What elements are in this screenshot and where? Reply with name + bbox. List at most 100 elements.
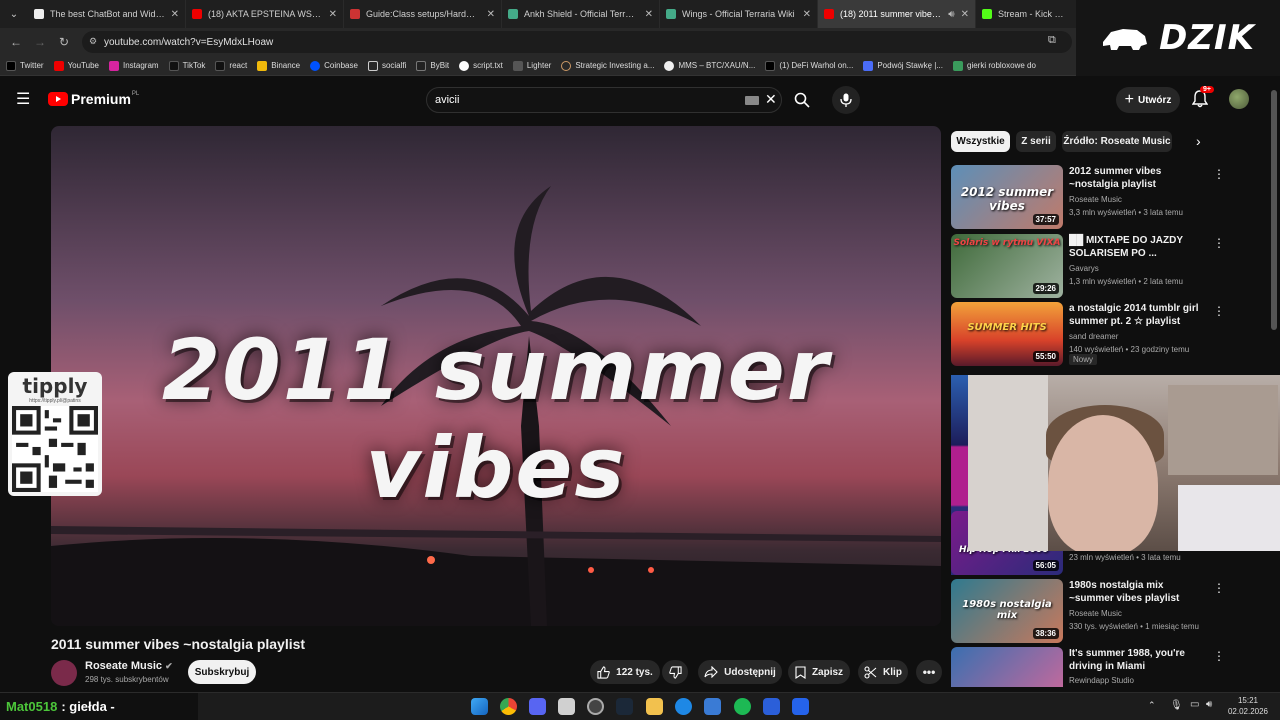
more-vert-icon[interactable]: ⋮ <box>1213 581 1225 595</box>
tab-close-icon[interactable]: ✕ <box>961 9 969 20</box>
video-thumbnail[interactable]: 1980s nostalgia mix 38:36 <box>951 579 1063 643</box>
rec-title[interactable]: a nostalgic 2014 tumblr girl summer pt. … <box>1069 302 1209 328</box>
bookmark-binance[interactable]: Binance <box>257 60 300 71</box>
speaker-icon[interactable]: 🔊︎ <box>948 9 954 20</box>
tab-close-icon[interactable]: ✕ <box>171 9 179 20</box>
chevron-up-icon[interactable]: ⌃ <box>1148 700 1156 711</box>
rec-title[interactable]: It's summer 1988, you're driving in Miam… <box>1069 647 1209 673</box>
app-icon[interactable] <box>558 698 575 715</box>
clip-button[interactable]: Klip <box>858 660 908 684</box>
tab-search-button[interactable]: ⌄ <box>0 0 28 28</box>
chip-from-series[interactable]: Z serii <box>1016 131 1056 152</box>
bookmark-defi[interactable]: (1) DeFi Warhol on... <box>765 60 853 71</box>
hamburger-menu-icon[interactable]: ☰ <box>16 89 30 109</box>
start-menu-icon[interactable] <box>471 698 488 715</box>
rec-channel[interactable]: sand dreamer <box>1069 332 1118 341</box>
list-item[interactable]: Solaris w rytmu VIXA 29:26 ██ MIXTAPE DO… <box>951 234 1271 298</box>
rec-title[interactable]: 1980s nostalgia mix ~summer vibes playli… <box>1069 579 1209 605</box>
discord-icon[interactable] <box>529 698 546 715</box>
speaker-tray-icon[interactable]: 🔊︎ <box>1206 699 1212 710</box>
clear-search-icon[interactable]: ✕ <box>765 91 777 108</box>
bookmark-instagram[interactable]: Instagram <box>109 60 159 71</box>
bookmark-tiktok[interactable]: TikTok <box>168 60 205 71</box>
like-button[interactable]: 122 tys. <box>590 660 660 684</box>
list-item[interactable]: 1980s nostalgia mix 38:36 1980s nostalgi… <box>951 579 1271 643</box>
bookmark-twitter[interactable]: Twitter <box>6 60 44 71</box>
tab-close-icon[interactable]: ✕ <box>329 9 337 20</box>
spotify-icon[interactable] <box>734 698 751 715</box>
more-vert-icon[interactable]: ⋮ <box>1213 649 1225 663</box>
bookmark-coinbase[interactable]: Coinbase <box>310 60 358 71</box>
bookmark-strategic[interactable]: Strategic Investing a... <box>561 60 654 71</box>
rec-channel[interactable]: Gavarys <box>1069 264 1099 273</box>
cast-icon[interactable]: ⧉ <box>1048 34 1056 47</box>
video-thumbnail[interactable]: 2012 summer vibes 37:57 <box>951 165 1063 229</box>
tab-close-icon[interactable]: ✕ <box>645 9 653 20</box>
rec-channel[interactable]: Rewindapp Studio <box>1069 676 1134 685</box>
network-app-icon[interactable] <box>704 698 721 715</box>
rec-channel[interactable]: Roseate Music <box>1069 609 1122 618</box>
more-vert-icon[interactable]: ⋮ <box>1213 167 1225 181</box>
browser-app-icon[interactable] <box>675 698 692 715</box>
monitor-icon[interactable]: ▭ <box>1190 699 1199 710</box>
video-thumbnail[interactable] <box>951 647 1063 687</box>
bookmark-gierki[interactable]: gierki robloxowe do <box>953 60 1036 71</box>
microphone-tray-icon[interactable]: 🎙︎ <box>1170 700 1183 711</box>
bookmark-socialfi[interactable]: socialfi <box>367 60 406 71</box>
create-button[interactable]: + Utwórz <box>1116 87 1180 113</box>
list-item[interactable]: 2012 summer vibes 37:57 2012 summer vibe… <box>951 165 1271 229</box>
more-actions-button[interactable]: ••• <box>916 660 942 684</box>
url-field[interactable]: ⚙ youtube.com/watch?v=EsyMdxLHoaw <box>82 31 1072 53</box>
rec-title[interactable]: ██ MIXTAPE DO JAZDY SOLARISEM PO ... <box>1069 234 1209 260</box>
list-item[interactable]: SUMMER HITS 55:50 a nostalgic 2014 tumbl… <box>951 302 1271 366</box>
channel-name-link[interactable]: Roseate Music ✔︎ <box>85 660 173 672</box>
notifications-button[interactable]: 9+ <box>1191 86 1214 113</box>
video-thumbnail[interactable]: Solaris w rytmu VIXA 29:26 <box>951 234 1063 298</box>
bookmark-youtube[interactable]: YouTube <box>53 60 99 71</box>
browser-tab[interactable]: Ankh Shield - Official Terraria W ✕ <box>502 0 660 28</box>
site-info-icon[interactable]: ⚙ <box>89 36 97 47</box>
voice-search-button[interactable] <box>832 86 860 114</box>
browser-tab[interactable]: The best ChatBot and Widgets ✕ <box>28 0 186 28</box>
channel-avatar[interactable] <box>51 660 77 686</box>
steam-icon[interactable] <box>616 698 633 715</box>
video-player[interactable]: 2011 summer vibes <box>51 126 941 626</box>
search-input[interactable]: avicii ✕ <box>426 87 782 113</box>
system-clock[interactable]: 15:21 02.02.2026 <box>1222 695 1274 717</box>
reload-icon[interactable]: ↻ <box>52 35 76 49</box>
browser-tab-active[interactable]: (18) 2011 summer vibes ~n 🔊︎ ✕ <box>818 0 976 28</box>
obs-icon[interactable] <box>587 698 604 715</box>
avatar[interactable] <box>1229 89 1249 109</box>
app-icon-active[interactable] <box>763 698 780 715</box>
bookmark-lighter[interactable]: Lighter <box>512 60 551 71</box>
rec-channel[interactable]: Roseate Music <box>1069 195 1122 204</box>
save-button[interactable]: Zapisz <box>788 660 850 684</box>
more-vert-icon[interactable]: ⋮ <box>1213 236 1225 250</box>
tab-close-icon[interactable]: ✕ <box>487 9 495 20</box>
browser-tab[interactable]: Wings - Official Terraria Wiki ✕ <box>660 0 818 28</box>
bookmark-bybit[interactable]: ByBit <box>416 60 449 71</box>
browser-tab[interactable]: (18) AKTA EPSTEINA WSTRZĄSĄ ✕ <box>186 0 344 28</box>
chip-all[interactable]: Wszystkie <box>951 131 1010 152</box>
vscode-icon[interactable] <box>792 698 809 715</box>
bookmark-podwoj[interactable]: Podwój Stawkę |... <box>863 60 943 71</box>
bookmark-script[interactable]: script.txt <box>459 60 503 71</box>
browser-tab[interactable]: Guide:Class setups/Hardmode ✕ <box>344 0 502 28</box>
keyboard-icon[interactable] <box>745 96 759 105</box>
search-button[interactable] <box>785 86 819 114</box>
tab-close-icon[interactable]: ✕ <box>803 9 811 20</box>
forward-arrow-icon[interactable]: → <box>28 35 52 49</box>
chevron-right-icon[interactable]: › <box>1196 133 1201 149</box>
youtube-logo[interactable]: Premium PL <box>48 91 139 107</box>
dislike-button[interactable] <box>662 660 688 684</box>
list-item[interactable]: It's summer 1988, you're driving in Miam… <box>951 647 1271 687</box>
video-thumbnail[interactable]: SUMMER HITS 55:50 <box>951 302 1063 366</box>
more-vert-icon[interactable]: ⋮ <box>1213 304 1225 318</box>
page-scrollbar[interactable] <box>1271 90 1277 330</box>
bookmark-react[interactable]: react <box>215 60 247 71</box>
share-button[interactable]: Udostępnij <box>698 660 782 684</box>
back-arrow-icon[interactable]: ← <box>4 35 28 49</box>
chrome-icon[interactable] <box>500 698 517 715</box>
file-explorer-icon[interactable] <box>646 698 663 715</box>
browser-tab[interactable]: Stream - Kick Dashboa <box>976 0 1076 28</box>
